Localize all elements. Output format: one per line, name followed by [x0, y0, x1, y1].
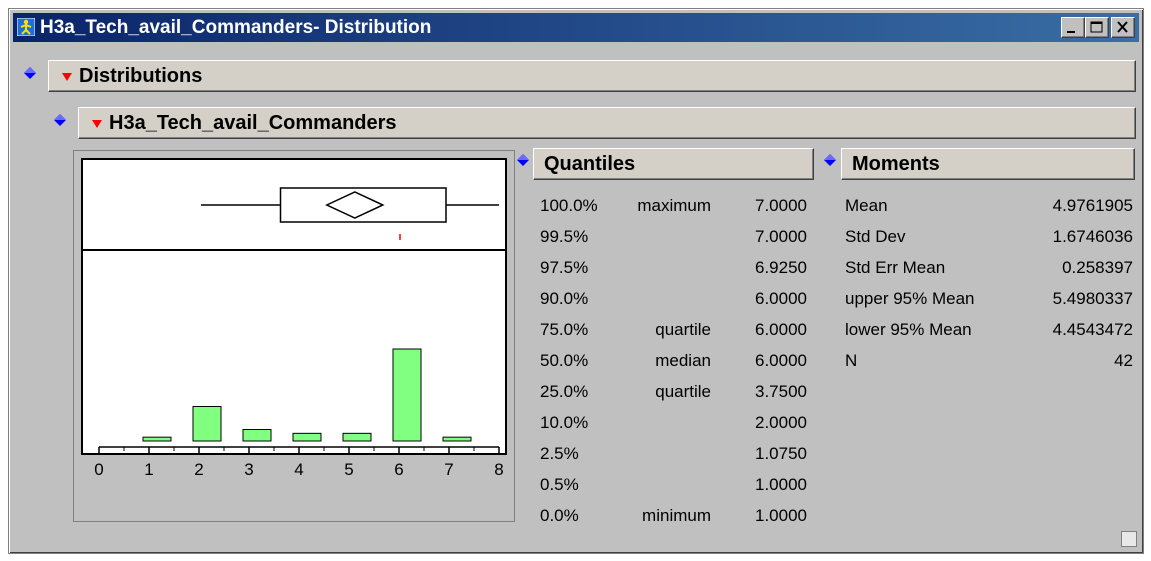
moments-label: Moments — [852, 153, 940, 175]
minimize-button[interactable] — [1061, 17, 1085, 38]
quantiles-header[interactable]: Quantiles — [533, 148, 814, 180]
x-axis: 0 1 2 3 4 5 6 7 8 — [94, 446, 504, 479]
variable-header[interactable]: H3a_Tech_avail_Commanders — [78, 107, 1136, 139]
x-tick-label: 3 — [244, 460, 253, 479]
quantile-percent: 0.5% — [540, 475, 579, 494]
red-triangle-icon[interactable] — [91, 119, 103, 129]
x-tick-label: 8 — [494, 460, 503, 479]
histogram-plot[interactable] — [81, 158, 507, 455]
quantile-percent: 25.0% — [540, 382, 589, 401]
quantile-value: 2.0000 — [755, 413, 807, 432]
quantile-name: maximum — [637, 196, 711, 215]
quantile-percent: 90.0% — [540, 289, 589, 308]
x-tick-label: 6 — [394, 460, 403, 479]
moment-value: 5.4980337 — [1052, 289, 1133, 308]
x-tick-label: 2 — [194, 460, 203, 479]
quantile-value: 6.0000 — [755, 351, 807, 370]
jmp-app-icon — [17, 18, 35, 36]
quantile-name: quartile — [655, 320, 711, 339]
quantile-percent: 0.0% — [540, 506, 579, 525]
moment-name: Std Dev — [845, 227, 906, 246]
distributions-header[interactable]: Distributions — [48, 60, 1136, 92]
minimize-icon — [1067, 31, 1075, 33]
window-title: H3a_Tech_avail_Commanders- Distribution — [40, 17, 432, 38]
maximize-icon — [1090, 21, 1103, 33]
variable-label: H3a_Tech_avail_Commanders — [109, 112, 397, 134]
distributions-label: Distributions — [79, 65, 203, 87]
moments-header[interactable]: Moments — [841, 148, 1135, 180]
quantiles-label: Quantiles — [544, 153, 636, 175]
moment-name: N — [845, 351, 858, 370]
quantile-value: 7.0000 — [755, 196, 807, 215]
moment-value: 4.9761905 — [1052, 196, 1133, 215]
quantile-percent: 75.0% — [540, 320, 589, 339]
quantile-value: 1.0000 — [755, 506, 807, 525]
quantile-value: 1.0750 — [755, 444, 807, 463]
moment-value: 42 — [1114, 351, 1133, 370]
moment-name: lower 95% Mean — [845, 320, 972, 339]
moment-value: 1.6746036 — [1052, 227, 1133, 246]
x-tick-label: 7 — [444, 460, 453, 479]
blue-diamond-icon[interactable] — [23, 66, 37, 80]
histogram-bar-2 — [192, 406, 222, 442]
quantile-name: minimum — [642, 506, 711, 525]
close-icon — [1117, 21, 1128, 33]
moment-value: 0.258397 — [1062, 258, 1133, 277]
moment-name: upper 95% Mean — [845, 289, 975, 308]
quantile-value: 3.7500 — [755, 382, 807, 401]
x-tick-label: 0 — [94, 460, 103, 479]
quantile-percent: 97.5% — [540, 258, 589, 277]
quantile-value: 6.0000 — [755, 289, 807, 308]
blue-diamond-icon[interactable] — [516, 153, 530, 167]
histogram-bar-6 — [392, 348, 422, 442]
quantile-value: 1.0000 — [755, 475, 807, 494]
x-tick-label: 1 — [144, 460, 153, 479]
x-tick-label: 5 — [344, 460, 353, 479]
quantile-percent: 99.5% — [540, 227, 589, 246]
quantile-percent: 100.0% — [540, 196, 598, 215]
moment-value: 4.4543472 — [1052, 320, 1133, 339]
quantile-percent: 2.5% — [540, 444, 579, 463]
resize-grip[interactable] — [1121, 531, 1137, 547]
quantile-value: 6.9250 — [755, 258, 807, 277]
mean-diamond — [325, 191, 385, 219]
blue-diamond-icon[interactable] — [53, 113, 67, 127]
close-button[interactable] — [1111, 17, 1135, 38]
quantile-name: quartile — [655, 382, 711, 401]
distribution-window: H3a_Tech_avail_Commanders- Distribution … — [8, 8, 1144, 554]
x-tick-label: 4 — [294, 460, 303, 479]
quantile-percent: 10.0% — [540, 413, 589, 432]
quantile-percent: 50.0% — [540, 351, 589, 370]
blue-diamond-icon[interactable] — [823, 153, 837, 167]
quantile-value: 6.0000 — [755, 320, 807, 339]
quantile-name: median — [655, 351, 711, 370]
quantile-value: 7.0000 — [755, 227, 807, 246]
maximize-button[interactable] — [1085, 17, 1109, 38]
title-bar[interactable]: H3a_Tech_avail_Commanders- Distribution — [13, 13, 1139, 42]
moment-name: Mean — [845, 196, 888, 215]
red-triangle-icon[interactable] — [61, 72, 73, 82]
moment-name: Std Err Mean — [845, 258, 946, 277]
histogram-chart — [83, 187, 505, 442]
